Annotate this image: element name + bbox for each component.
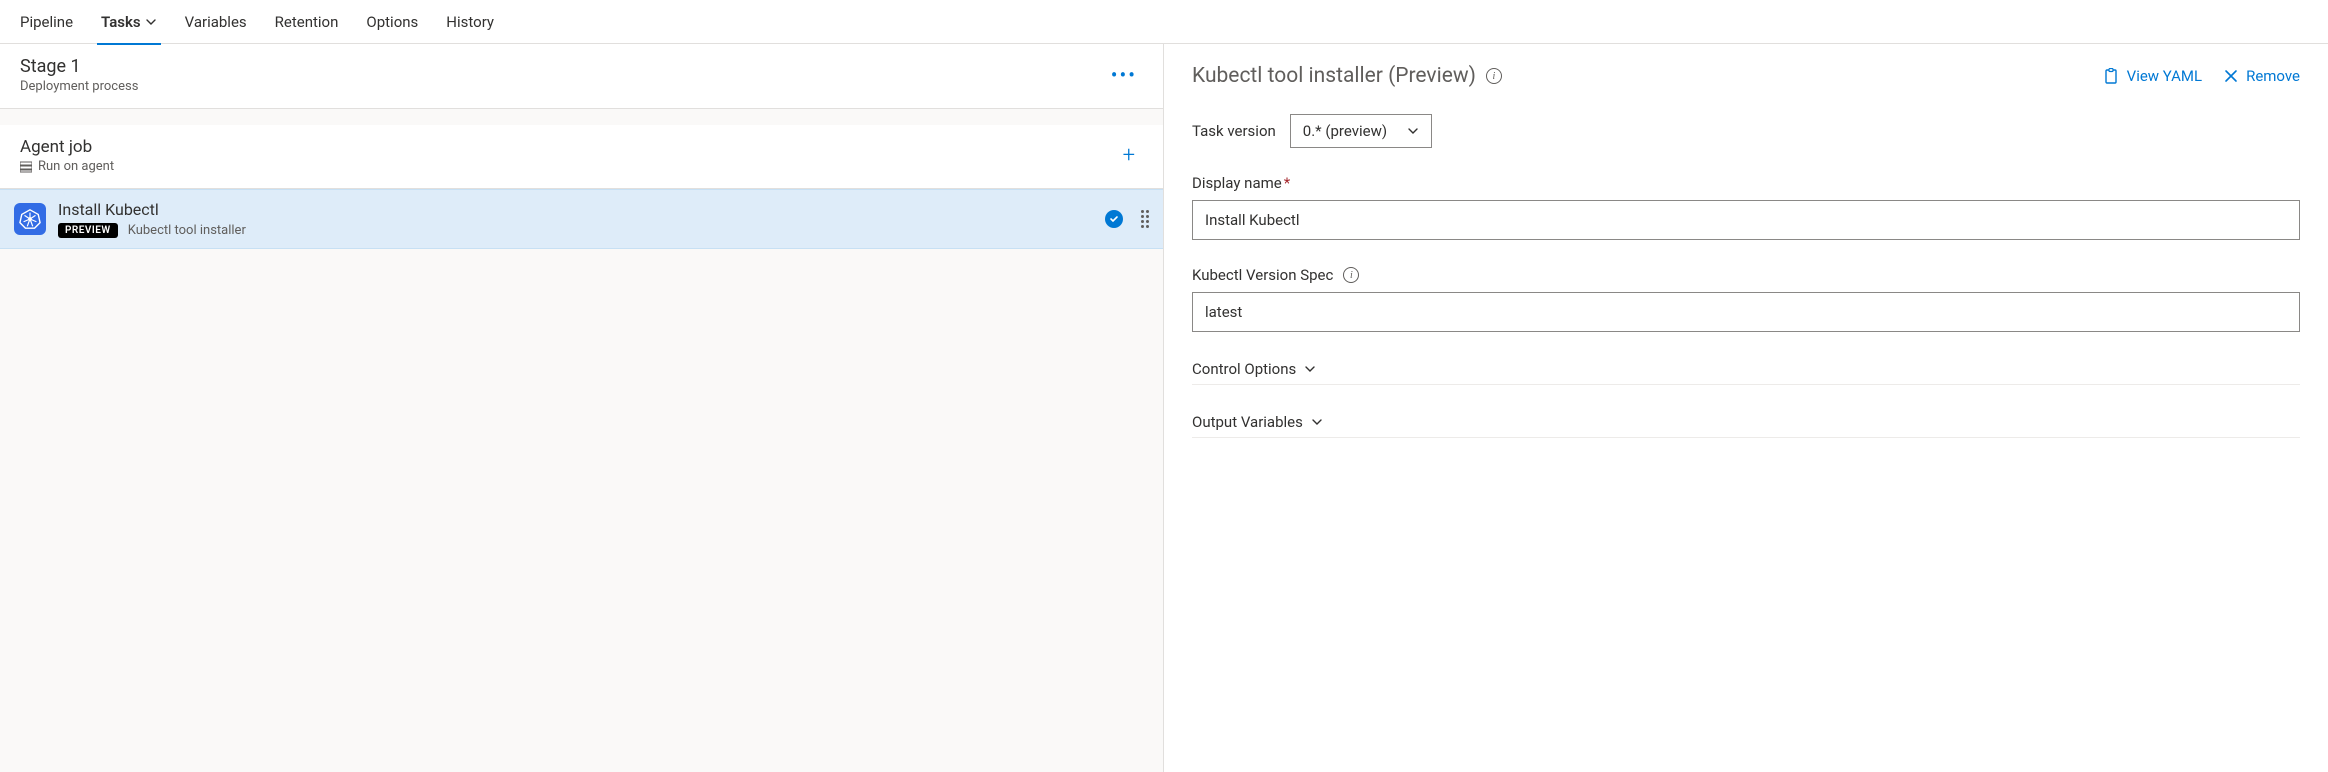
agent-job-sub-label: Run on agent — [38, 159, 114, 174]
tab-retention[interactable]: Retention — [275, 0, 339, 44]
display-name-field: Display name* — [1192, 174, 2300, 240]
task-version-row: Task version 0.* (preview) — [1192, 114, 2300, 148]
tab-variables[interactable]: Variables — [185, 0, 247, 44]
task-row-selected[interactable]: Install Kubectl PREVIEW Kubectl tool ins… — [0, 189, 1163, 249]
task-version-label: Task version — [1192, 122, 1276, 140]
chevron-down-icon — [1311, 416, 1323, 428]
agent-job-titles: Agent job Run on agent — [20, 137, 114, 174]
stage-subtitle: Deployment process — [20, 79, 138, 94]
task-title: Install Kubectl — [58, 200, 1093, 219]
detail-title-wrap: Kubectl tool installer (Preview) i — [1192, 64, 1502, 88]
version-spec-label: Kubectl Version Spec — [1192, 266, 1333, 284]
control-options-section[interactable]: Control Options — [1192, 360, 2300, 385]
chevron-down-icon — [145, 16, 157, 28]
output-variables-section[interactable]: Output Variables — [1192, 413, 2300, 438]
control-options-label: Control Options — [1192, 360, 1296, 378]
close-icon — [2224, 69, 2238, 83]
add-task-button[interactable]: + — [1115, 143, 1143, 169]
stage-title: Stage 1 — [20, 56, 138, 77]
preview-badge: PREVIEW — [58, 223, 118, 238]
tab-pipeline[interactable]: Pipeline — [20, 0, 73, 44]
tab-history[interactable]: History — [446, 0, 494, 44]
required-asterisk: * — [1284, 174, 1290, 192]
agent-job-subtitle: Run on agent — [20, 159, 114, 174]
agent-job-title: Agent job — [20, 137, 114, 157]
version-spec-label-row: Kubectl Version Spec i — [1192, 266, 2300, 284]
task-meta: PREVIEW Kubectl tool installer — [58, 223, 1093, 238]
detail-header: Kubectl tool installer (Preview) i View … — [1192, 64, 2300, 88]
drag-handle-icon[interactable] — [1141, 210, 1149, 228]
task-version-select[interactable]: 0.* (preview) — [1290, 114, 1432, 148]
output-variables-label: Output Variables — [1192, 413, 1303, 431]
stage-titles: Stage 1 Deployment process — [20, 56, 138, 94]
tab-tasks[interactable]: Tasks — [101, 0, 157, 44]
main-content: Stage 1 Deployment process ••• Agent job — [0, 44, 2328, 772]
chevron-down-icon — [1407, 125, 1419, 137]
view-yaml-label: View YAML — [2127, 67, 2202, 85]
display-name-label-text: Display name — [1192, 174, 1282, 192]
remove-button[interactable]: Remove — [2224, 67, 2300, 85]
left-panel: Stage 1 Deployment process ••• Agent job — [0, 44, 1164, 772]
detail-title: Kubectl tool installer (Preview) — [1192, 64, 1476, 88]
kubernetes-icon — [14, 203, 46, 235]
task-version-value: 0.* (preview) — [1303, 122, 1387, 140]
display-name-label-row: Display name* — [1192, 174, 2300, 192]
task-text: Install Kubectl PREVIEW Kubectl tool ins… — [58, 200, 1093, 238]
right-panel: Kubectl tool installer (Preview) i View … — [1164, 44, 2328, 772]
version-spec-field: Kubectl Version Spec i — [1192, 266, 2300, 332]
task-description: Kubectl tool installer — [128, 223, 246, 238]
clipboard-icon — [2103, 68, 2119, 84]
tab-tasks-label: Tasks — [101, 13, 141, 31]
detail-actions: View YAML Remove — [2103, 67, 2300, 85]
info-icon[interactable]: i — [1343, 267, 1359, 283]
version-spec-input[interactable] — [1192, 292, 2300, 332]
stage-header[interactable]: Stage 1 Deployment process ••• — [0, 44, 1163, 109]
more-menu-icon[interactable]: ••• — [1105, 59, 1143, 91]
display-name-label: Display name* — [1192, 174, 1290, 192]
view-yaml-button[interactable]: View YAML — [2103, 67, 2202, 85]
tabs-bar: Pipeline Tasks Variables Retention Optio… — [0, 0, 2328, 44]
check-circle-icon — [1105, 210, 1123, 228]
remove-label: Remove — [2246, 67, 2300, 85]
display-name-input[interactable] — [1192, 200, 2300, 240]
chevron-down-icon — [1304, 363, 1316, 375]
tab-options[interactable]: Options — [366, 0, 418, 44]
agent-job-row[interactable]: Agent job Run on agent + — [0, 125, 1163, 189]
info-icon[interactable]: i — [1486, 68, 1502, 84]
server-icon — [20, 161, 32, 173]
